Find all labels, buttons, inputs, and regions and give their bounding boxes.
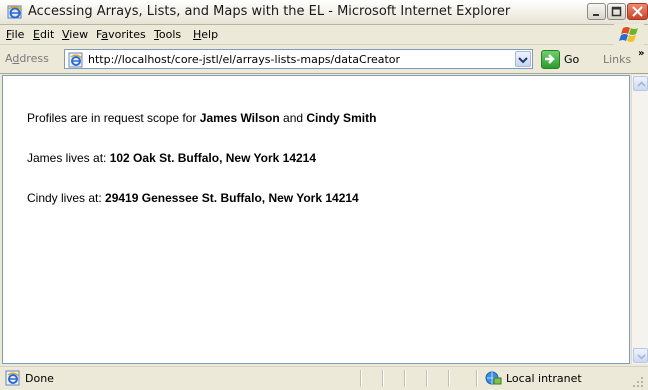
go-button[interactable] (541, 50, 560, 69)
chevron-up-icon (637, 81, 646, 87)
menu-edit-label: dit (39, 28, 55, 41)
local-intranet-icon (485, 371, 502, 385)
page-content: Profiles are in request scope for James … (2, 75, 630, 364)
title-bar: Accessing Arrays, Lists, and Maps with t… (0, 0, 648, 25)
address-label-rest: dress (19, 52, 49, 65)
james-address: 102 Oak St. Buffalo, New York 14214 (109, 151, 317, 165)
scroll-down-button[interactable] (633, 348, 648, 363)
menu-view[interactable]: View (62, 28, 88, 41)
profiles-prefix: Profiles are in request scope for (27, 111, 200, 125)
menu-bar: File Edit View Favorites Tools Help (0, 25, 648, 45)
go-label[interactable]: Go (564, 53, 579, 66)
status-divider (448, 370, 450, 387)
menu-favorites-label: vorites (108, 28, 146, 41)
address-input[interactable]: http://localhost/core-jstl/el/arrays-lis… (64, 49, 533, 69)
ie-page-icon (68, 52, 83, 68)
profiles-line: Profiles are in request scope for James … (27, 111, 376, 125)
address-dropdown-button[interactable] (515, 51, 531, 67)
cindy-address-line: Cindy lives at: 29419 Genessee St. Buffa… (27, 191, 359, 205)
close-button[interactable] (627, 3, 648, 20)
go-arrow-icon (545, 54, 555, 64)
links-label[interactable]: Links (603, 53, 631, 66)
ie-page-icon (5, 370, 20, 386)
maximize-button[interactable] (607, 3, 626, 20)
menu-tools-label: ools (158, 28, 182, 41)
menu-view-label: iew (69, 28, 89, 41)
window-title: Accessing Arrays, Lists, and Maps with t… (28, 4, 511, 19)
status-divider (360, 370, 362, 387)
minimize-icon (593, 14, 599, 16)
profiles-and: and (279, 111, 307, 125)
cindy-address: 29419 Genessee St. Buffalo, New York 142… (105, 191, 359, 205)
menu-edit-accel: E (33, 28, 40, 41)
close-icon (632, 6, 643, 17)
status-divider (426, 370, 428, 387)
cindy-prefix: Cindy lives at: (27, 191, 106, 205)
profile-name-1: James Wilson (199, 111, 280, 125)
menu-edit[interactable]: Edit (33, 28, 54, 41)
james-address-line: James lives at: 102 Oak St. Buffalo, New… (27, 151, 316, 165)
menu-favorites[interactable]: Favorites (96, 28, 146, 41)
status-bar: Done Local intranet (0, 366, 648, 390)
windows-flag-icon (614, 24, 644, 45)
maximize-icon (611, 6, 622, 17)
vertical-scrollbar[interactable] (631, 75, 648, 364)
menu-file[interactable]: File (6, 28, 24, 41)
links-chevron-icon[interactable]: » (638, 48, 644, 59)
status-divider (404, 370, 406, 387)
address-label: Address (5, 52, 49, 65)
scroll-up-button[interactable] (633, 76, 648, 91)
minimize-button[interactable] (587, 3, 606, 20)
security-zone-label: Local intranet (506, 372, 582, 385)
menu-help[interactable]: Help (193, 28, 218, 41)
address-url: http://localhost/core-jstl/el/arrays-lis… (88, 53, 401, 66)
ie-logo-icon[interactable] (7, 4, 23, 20)
chevron-down-icon (637, 354, 646, 360)
browser-window: Accessing Arrays, Lists, and Maps with t… (0, 0, 648, 390)
resize-grip-icon[interactable] (632, 376, 644, 388)
status-text: Done (25, 372, 54, 385)
profile-name-2: Cindy Smith (306, 111, 377, 125)
menu-file-label: ile (11, 28, 25, 41)
menu-help-label: elp (201, 28, 219, 41)
menu-tools[interactable]: Tools (154, 28, 181, 41)
address-bar: Address http://localhost/core-jstl/el/ar… (0, 45, 648, 74)
james-prefix: James lives at: (27, 151, 110, 165)
status-divider (476, 370, 478, 387)
status-divider (382, 370, 384, 387)
chevron-down-icon (518, 57, 528, 64)
